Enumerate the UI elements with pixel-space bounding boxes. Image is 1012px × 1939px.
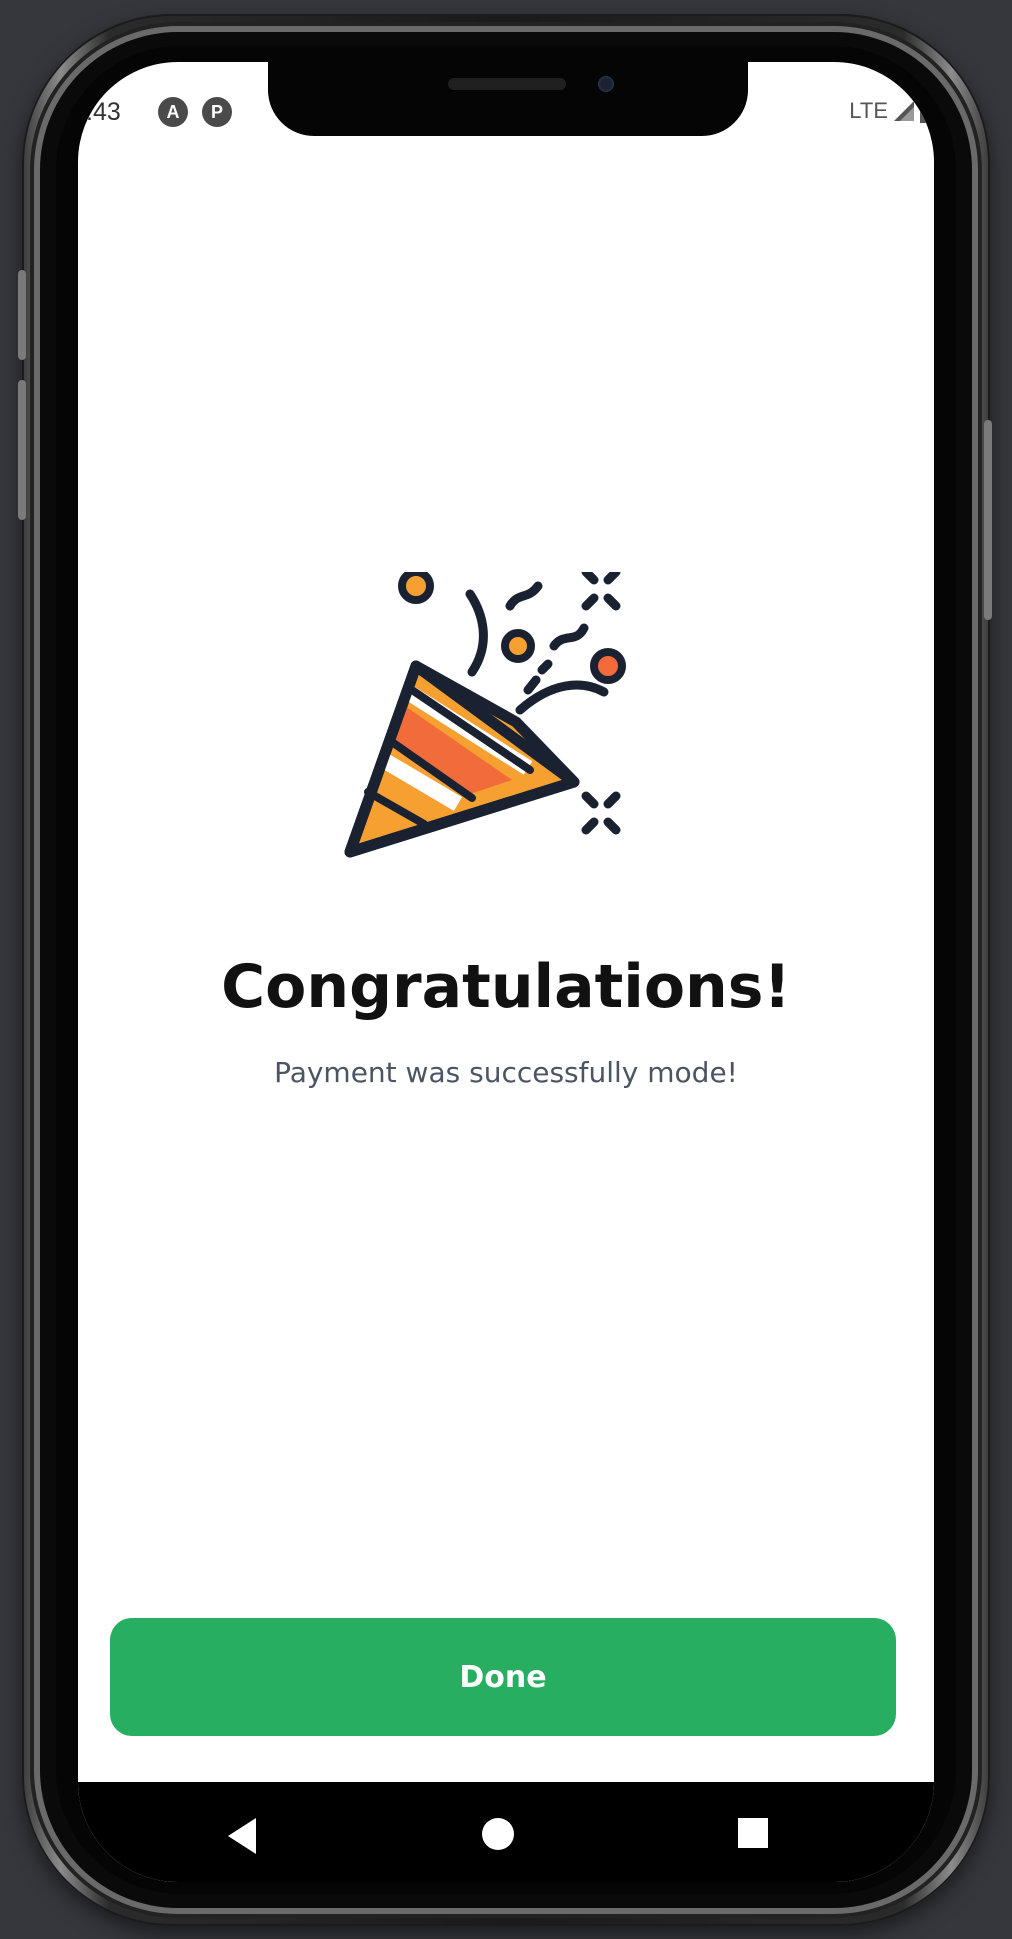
success-message: Payment was successfully mode! xyxy=(274,1056,738,1089)
volume-button xyxy=(18,380,26,520)
system-navigation-bar xyxy=(78,1782,934,1882)
phone-screen: :43 A P LTE Congratulations! Payment was… xyxy=(78,62,934,1882)
party-popper-icon xyxy=(344,572,626,858)
signal-icon xyxy=(894,101,914,121)
power-button xyxy=(984,420,992,620)
done-button[interactable]: Done xyxy=(110,1618,896,1736)
app-notification-icon: P xyxy=(202,97,232,127)
network-type: LTE xyxy=(849,98,888,123)
volume-button xyxy=(18,270,26,360)
front-camera xyxy=(598,76,614,92)
device-frame-background: :43 A P LTE Congratulations! Payment was… xyxy=(0,0,1012,1939)
notch xyxy=(268,62,748,136)
page-title: Congratulations! xyxy=(221,952,791,1022)
status-indicators: LTE xyxy=(849,98,934,124)
home-circle-icon[interactable] xyxy=(482,1818,514,1850)
app-notification-icon: A xyxy=(158,97,188,127)
recents-square-icon[interactable] xyxy=(738,1818,768,1848)
battery-icon xyxy=(920,99,934,123)
back-triangle-icon[interactable] xyxy=(228,1818,256,1854)
status-time: :43 xyxy=(86,98,121,126)
speaker-grille xyxy=(448,78,566,90)
